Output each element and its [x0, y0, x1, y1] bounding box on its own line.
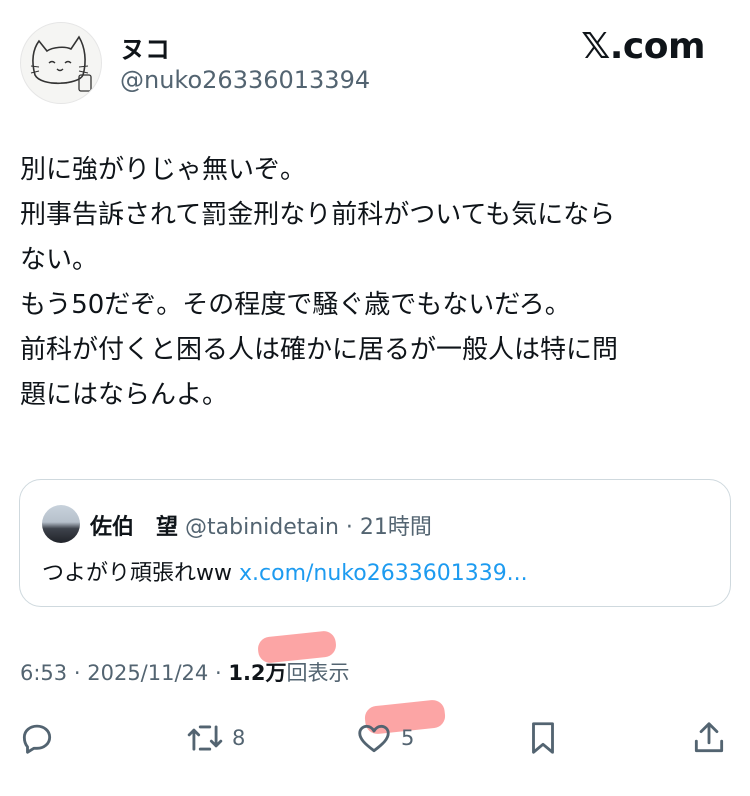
- quoted-author-handle[interactable]: @tabinidetain: [185, 515, 339, 540]
- x-com-logo: 𝕏.com: [581, 26, 705, 67]
- author-avatar[interactable]: [20, 22, 102, 104]
- tweet-line: 題にはならんよ。: [20, 380, 229, 410]
- view-count: 1.2万: [228, 661, 287, 685]
- like-button[interactable]: 5: [355, 718, 414, 758]
- retweet-count: 8: [232, 726, 246, 750]
- quoted-tweet-card[interactable]: 佐伯 望 @tabinidetain · 21時間 つよがり頑張れww x.co…: [19, 479, 731, 607]
- view-label: 回表示: [286, 661, 350, 685]
- tweet-line: 刑事告訴されて罰金刑なり前科がついても気になら: [20, 200, 616, 230]
- separator-dot: ·: [214, 661, 222, 685]
- retweet-icon: [187, 725, 223, 751]
- quoted-tweet-header: 佐伯 望 @tabinidetain · 21時間: [90, 509, 432, 541]
- tweet-line: 前科が付くと困る人は確かに居るが一般人は特に問: [20, 335, 619, 365]
- tweet-date[interactable]: 2025/11/24: [87, 661, 208, 685]
- tweet-time[interactable]: 6:53: [20, 661, 67, 685]
- author-handle[interactable]: @nuko26336013394: [120, 66, 370, 94]
- tweet-line: 別に強がりじゃ無いぞ。: [20, 155, 307, 185]
- like-count: 5: [401, 726, 415, 750]
- author-display-name[interactable]: ヌコ: [120, 30, 170, 66]
- heart-icon: [358, 724, 390, 753]
- quoted-author-name[interactable]: 佐伯 望: [90, 515, 178, 540]
- reply-button[interactable]: [18, 718, 56, 758]
- retweet-button[interactable]: 8: [186, 718, 245, 758]
- tweet-line: ない。: [20, 245, 99, 275]
- share-icon: [694, 722, 724, 753]
- separator-dot: ·: [345, 515, 353, 540]
- share-button[interactable]: [690, 718, 728, 758]
- bookmark-icon: [532, 722, 554, 754]
- quoted-author-avatar[interactable]: [42, 505, 80, 543]
- separator-dot: ·: [73, 661, 81, 685]
- quoted-link[interactable]: x.com/nuko2633601339...: [239, 561, 528, 586]
- cat-drawing-icon: [30, 35, 92, 92]
- quoted-text: つよがり頑張れww: [42, 561, 232, 586]
- tweet-text: 別に強がりじゃ無いぞ。 刑事告訴されて罰金刑なり前科がついても気になら ない。 …: [20, 148, 730, 418]
- tweet-meta: 6:53 · 2025/11/24 · 1.2万回表示: [20, 657, 350, 687]
- bookmark-button[interactable]: [524, 718, 562, 758]
- quoted-tweet-time[interactable]: 21時間: [360, 515, 432, 540]
- reply-icon: [22, 724, 52, 754]
- tweet-line: もう50だぞ。その程度で騒ぐ歳でもないだろ。: [20, 290, 571, 320]
- quoted-tweet-text: つよがり頑張れww x.com/nuko2633601339...: [42, 555, 528, 587]
